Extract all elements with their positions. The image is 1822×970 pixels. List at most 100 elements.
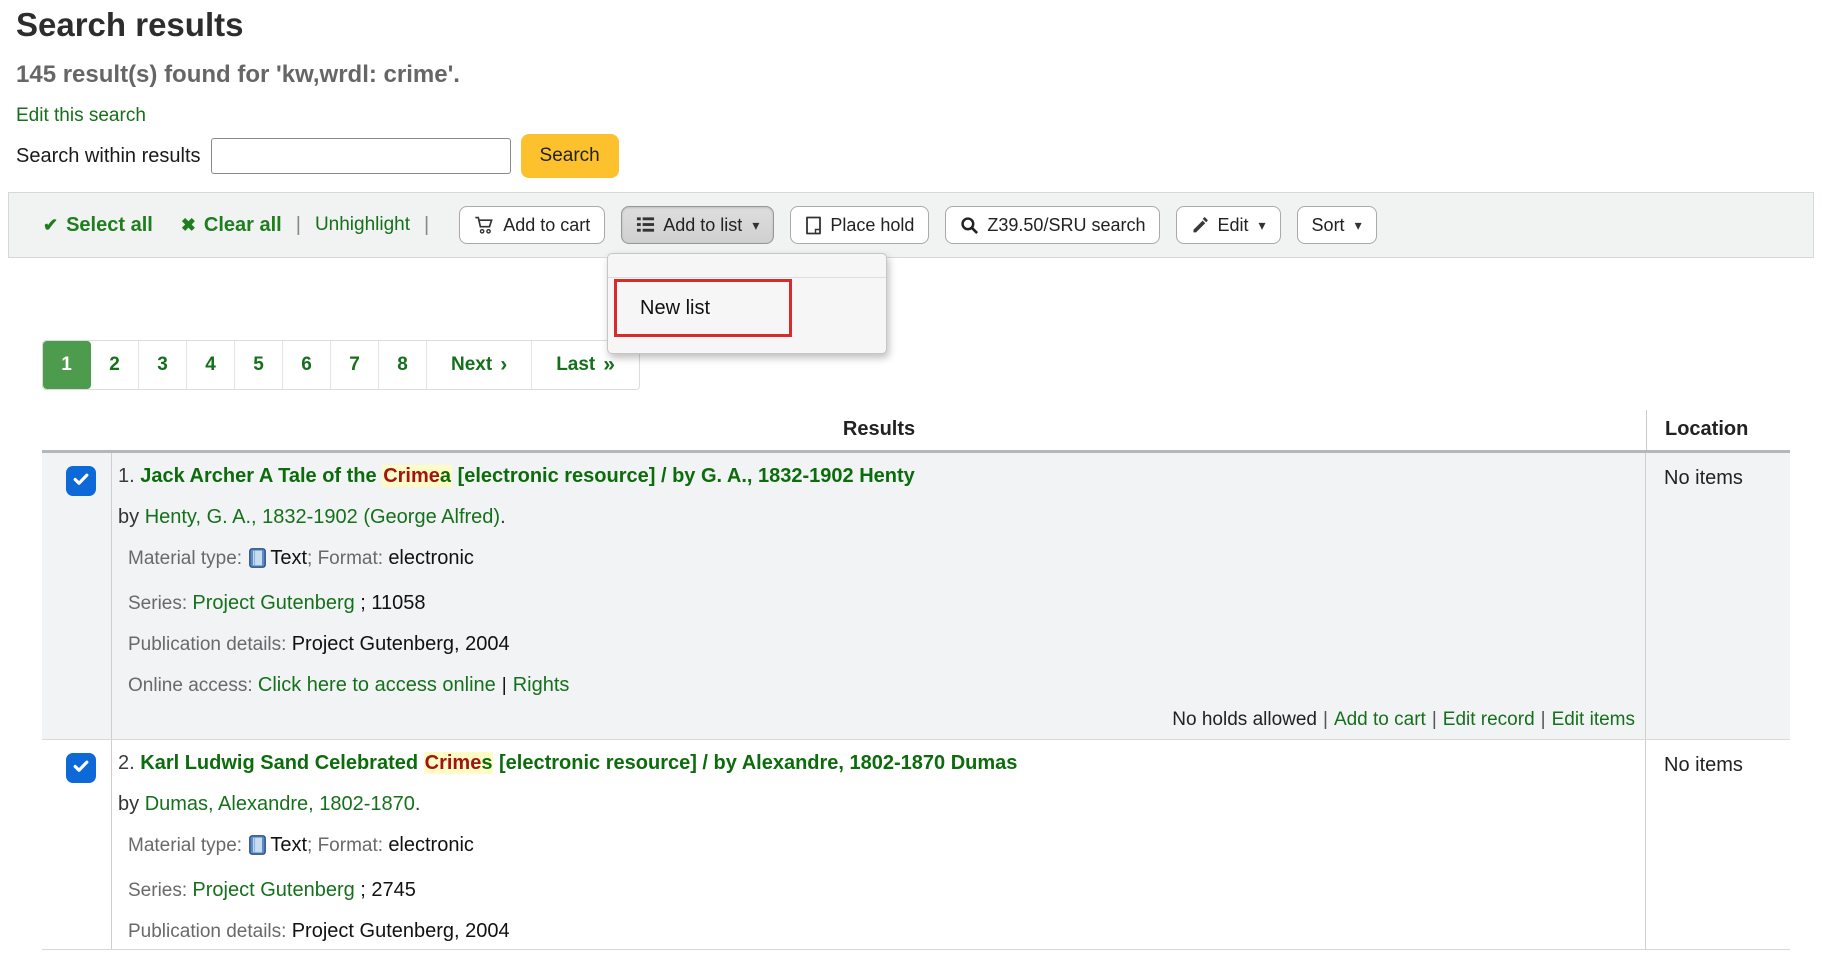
result-details-cell: 1. Jack Archer A Tale of the Crimea [ele… — [112, 453, 1646, 739]
edit-items-link[interactable]: Edit items — [1552, 709, 1635, 730]
new-list-menu-item[interactable]: New list — [614, 279, 792, 337]
row-checkbox[interactable] — [66, 466, 96, 496]
page-6-button[interactable]: 6 — [283, 341, 331, 389]
double-chevron-right-icon: » — [603, 353, 615, 377]
highlighted-term: Crime — [383, 465, 440, 487]
table-header-row: Results Location — [42, 410, 1790, 453]
author-link[interactable]: Henty, G. A., 1832-1902 (George Alfred) — [145, 506, 500, 528]
edit-button[interactable]: Edit ▾ — [1176, 206, 1280, 244]
clear-all-link[interactable]: ✖ Clear all — [181, 214, 282, 237]
no-holds-text: No holds allowed — [1172, 709, 1317, 730]
publication-value: Project Gutenberg, 2004 — [292, 633, 510, 655]
publication-value: Project Gutenberg, 2004 — [292, 920, 510, 942]
format-label: ; Format: — [307, 835, 388, 856]
title-text: [electronic resource] / by Alexandre, 18… — [493, 752, 1017, 774]
new-list-label: New list — [640, 297, 710, 320]
divider: | — [1541, 709, 1546, 730]
row-checkbox[interactable] — [66, 753, 96, 783]
publication-line: Publication details: Project Gutenberg, … — [128, 633, 1645, 656]
row-actions: No holds allowed | Add to cart | Edit record… — [112, 709, 1635, 731]
select-all-label: Select all — [66, 214, 153, 237]
result-author-line: by Henty, G. A., 1832-1902 (George Alfre… — [118, 506, 1645, 529]
page-7-button[interactable]: 7 — [331, 341, 379, 389]
table-row: 2. Karl Ludwig Sand Celebrated Crimes [e… — [42, 740, 1790, 950]
publication-label: Publication details: — [128, 921, 292, 942]
format-label: ; Format: — [307, 548, 388, 569]
checkmark-icon — [72, 470, 90, 493]
material-type-line: Material type: Text; Format: electronic — [128, 547, 1645, 574]
place-hold-label: Place hold — [830, 215, 914, 236]
book-icon — [249, 839, 266, 860]
search-results-table: Results Location 1. Jack Archer A Tale o… — [42, 410, 1790, 950]
page-8-button[interactable]: 8 — [379, 341, 427, 389]
location-column-header: Location — [1646, 410, 1790, 450]
material-type-line: Material type: Text; Format: electronic — [128, 834, 1645, 861]
divider: | — [1323, 709, 1328, 730]
checkbox-column-header — [42, 410, 112, 450]
caret-down-icon: ▾ — [1259, 217, 1266, 234]
edit-record-link[interactable]: Edit record — [1443, 709, 1535, 730]
page-3-button[interactable]: 3 — [139, 341, 187, 389]
search-within-results-row: Search within results Search — [16, 134, 1822, 178]
author-link[interactable]: Dumas, Alexandre, 1802-1870 — [145, 793, 415, 815]
page-4-button[interactable]: 4 — [187, 341, 235, 389]
pagination: 1 2 3 4 5 6 7 8 Next › Last » — [42, 340, 640, 390]
series-label: Series: — [128, 880, 192, 901]
result-number: 1. — [118, 465, 135, 487]
cart-icon — [474, 215, 495, 235]
page-2-button[interactable]: 2 — [91, 341, 139, 389]
page-title: Search results — [16, 6, 1822, 44]
publication-label: Publication details: — [128, 634, 292, 655]
check-icon: ✔ — [43, 215, 58, 236]
rights-link[interactable]: Rights — [513, 674, 570, 696]
by-label: by — [118, 793, 145, 815]
place-hold-button[interactable]: Place hold — [790, 206, 929, 244]
next-page-button[interactable]: Next › — [427, 341, 532, 389]
last-label: Last — [556, 354, 595, 376]
results-toolbar: ✔ Select all ✖ Clear all | Unhighlight |… — [8, 192, 1814, 258]
series-link[interactable]: Project Gutenberg — [192, 879, 354, 901]
select-all-link[interactable]: ✔ Select all — [43, 214, 153, 237]
result-number: 2. — [118, 752, 135, 774]
highlighted-term: Crime — [425, 752, 482, 774]
divider: | — [296, 214, 301, 237]
sort-label: Sort — [1312, 215, 1345, 236]
unhighlight-link[interactable]: Unhighlight — [315, 214, 410, 236]
online-access-line: Online access: Click here to access onli… — [128, 674, 1645, 697]
results-column-header: Results — [112, 410, 1646, 450]
format-value: electronic — [388, 547, 474, 569]
series-label: Series: — [128, 593, 192, 614]
search-within-label: Search within results — [16, 145, 201, 168]
list-icon — [636, 216, 655, 234]
next-label: Next — [451, 354, 492, 376]
checkbox-cell — [42, 453, 112, 739]
sort-button[interactable]: Sort ▾ — [1297, 206, 1377, 244]
search-term-highlight: Crimes — [424, 752, 494, 774]
title-text: Karl Ludwig Sand Celebrated — [140, 752, 423, 774]
page-5-button[interactable]: 5 — [235, 341, 283, 389]
divider: | — [424, 214, 429, 237]
title-text: [electronic resource] / by G. A., 1832-1… — [452, 465, 915, 487]
online-access-link[interactable]: Click here to access online — [258, 674, 496, 696]
chevron-right-icon: › — [500, 353, 507, 377]
checkbox-cell — [42, 740, 112, 949]
location-cell: No items — [1646, 740, 1790, 949]
table-row: 1. Jack Archer A Tale of the Crimea [ele… — [42, 453, 1790, 740]
search-within-input[interactable] — [211, 138, 511, 174]
divider: | — [502, 675, 507, 696]
result-title-link[interactable]: Jack Archer A Tale of the Crimea [electr… — [140, 465, 915, 487]
series-number: ; 11058 — [355, 592, 426, 614]
z3950-search-button[interactable]: Z39.50/SRU search — [945, 206, 1160, 244]
search-button[interactable]: Search — [521, 134, 619, 178]
add-to-list-button[interactable]: Add to list ▾ — [621, 206, 774, 244]
location-cell: No items — [1646, 453, 1790, 739]
page-1-button[interactable]: 1 — [43, 341, 91, 389]
result-title-link[interactable]: Karl Ludwig Sand Celebrated Crimes [elec… — [140, 752, 1017, 774]
row-add-to-cart-link[interactable]: Add to cart — [1334, 709, 1426, 730]
series-link[interactable]: Project Gutenberg — [192, 592, 354, 614]
add-to-cart-button[interactable]: Add to cart — [459, 206, 605, 244]
edit-this-search-link[interactable]: Edit this search — [16, 105, 146, 127]
z3950-search-label: Z39.50/SRU search — [987, 215, 1145, 236]
material-type-value: Text — [270, 834, 307, 856]
author-suffix: . — [415, 793, 421, 815]
